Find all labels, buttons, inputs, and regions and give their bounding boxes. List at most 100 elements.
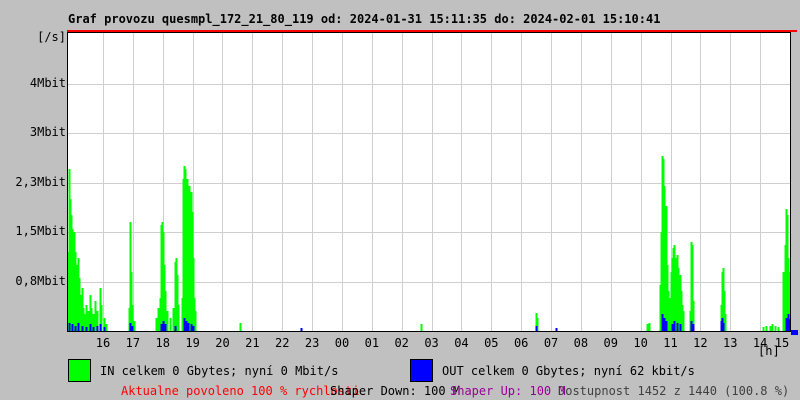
spike-in <box>194 311 197 331</box>
spike-out <box>162 321 165 331</box>
x-tick-label: 07 <box>543 336 559 350</box>
spike-in <box>667 291 670 331</box>
spike-in <box>239 323 242 331</box>
x-tick-label: 22 <box>274 336 290 350</box>
y-axis-unit-label: [/s] <box>37 30 66 44</box>
spike-in <box>166 311 169 331</box>
x-tick-label: 01 <box>364 336 380 350</box>
traffic-graph-screen: Graf provozu quesmpl_172_21_80_119 od: 2… <box>0 0 800 400</box>
spike-in <box>169 318 172 331</box>
spike-in <box>774 326 777 331</box>
plot-svg <box>68 33 790 331</box>
spike-out <box>92 327 95 331</box>
x-tick-label: 05 <box>484 336 499 350</box>
y-tick-label: 2,3Mbit <box>15 174 66 189</box>
x-tick-label: 10 <box>633 336 648 350</box>
spike-out <box>74 326 77 331</box>
spike-in <box>771 324 774 331</box>
spike-in <box>777 327 780 331</box>
in-legend-swatch <box>68 359 91 382</box>
x-tick-label: 02 <box>394 336 409 350</box>
spike-in <box>420 324 423 331</box>
x-tick-label: 17 <box>125 336 141 350</box>
spike-out <box>71 324 74 331</box>
spike-out <box>174 326 177 331</box>
spike-out <box>81 326 84 331</box>
spike-out <box>164 324 167 331</box>
spike-out <box>129 323 132 331</box>
spike-in <box>682 311 685 331</box>
x-tick-label: 09 <box>603 336 618 350</box>
spike-out <box>535 326 538 331</box>
shaper-up-status: Shaper Up: 100 M <box>450 384 566 398</box>
spike-out <box>187 323 190 331</box>
spike-out <box>160 324 163 331</box>
spike-out <box>96 326 99 331</box>
out-axis-marker <box>791 330 798 335</box>
x-tick-label: 00 <box>334 336 350 350</box>
spike-in <box>769 326 772 331</box>
x-tick-label: 18 <box>155 336 170 350</box>
x-tick-label: 21 <box>245 336 260 350</box>
spike-out <box>679 324 682 331</box>
spike-out <box>99 324 102 331</box>
spike-in <box>133 321 136 331</box>
spike-out <box>788 319 790 331</box>
spike-in <box>648 323 651 331</box>
availability-status: Dostupnost 1452 z 1440 (100.8 %) <box>558 384 790 398</box>
y-tick-label: 4Mbit <box>29 75 66 90</box>
spike-out <box>690 321 693 331</box>
y-tick-label: 0,8Mbit <box>15 273 66 288</box>
spike-out <box>663 318 666 331</box>
allowed-speed-status: Aktualne povoleno 100 % rychlosti <box>121 384 360 398</box>
out-legend-swatch <box>410 359 433 382</box>
spike-in <box>155 318 158 331</box>
spike-out <box>722 323 725 331</box>
spike-out <box>785 318 788 331</box>
spike-out <box>185 321 188 331</box>
spike-out <box>183 318 186 331</box>
spike-in <box>83 314 86 331</box>
spike-out <box>190 324 193 331</box>
spike-in <box>105 324 108 331</box>
spike-out <box>89 324 92 331</box>
x-tick-label: 19 <box>185 336 200 350</box>
x-tick-label: 20 <box>215 336 230 350</box>
spike-out <box>692 324 695 331</box>
in-legend-label: IN celkem 0 Gbytes; nyní 0 Mbit/s <box>100 364 339 378</box>
y-tick-label: 1,5Mbit <box>15 224 66 238</box>
spike-out <box>68 323 71 331</box>
x-tick-label: 23 <box>304 336 320 350</box>
x-tick-label: 12 <box>693 336 708 350</box>
y-tick-label: 3Mbit <box>29 125 66 139</box>
spike-out <box>85 327 88 331</box>
x-tick-label: 04 <box>454 336 469 350</box>
spike-out <box>300 328 303 331</box>
spike-out <box>77 323 80 331</box>
spike-out <box>555 328 558 331</box>
shaper-down-status: Shaper Down: 100 M <box>330 384 461 398</box>
spike-in <box>646 324 649 331</box>
spike-in <box>765 326 768 331</box>
plot-area <box>67 32 791 332</box>
spike-in <box>762 327 765 331</box>
x-tick-label: 16 <box>95 336 111 350</box>
spike-in <box>172 308 175 331</box>
spike-out <box>131 326 134 331</box>
spike-out <box>661 314 664 331</box>
out-legend-label: OUT celkem 0 Gbytes; nyní 62 kbit/s <box>442 364 695 378</box>
x-axis-unit-label: [h] <box>758 344 780 358</box>
x-tick-label: 11 <box>663 336 678 350</box>
spike-in <box>87 311 90 331</box>
spike-out <box>673 321 676 331</box>
spike-in <box>177 305 180 331</box>
spike-out <box>192 326 195 331</box>
spike-out <box>671 324 674 331</box>
spike-out <box>676 323 679 331</box>
spike-out <box>103 327 106 331</box>
status-row: Aktualne povoleno 100 % rychlosti Shaper… <box>0 384 800 400</box>
spike-in <box>94 301 97 331</box>
x-tick-label: 06 <box>513 336 529 350</box>
x-tick-label: 13 <box>723 336 738 350</box>
spike-in <box>157 308 160 331</box>
